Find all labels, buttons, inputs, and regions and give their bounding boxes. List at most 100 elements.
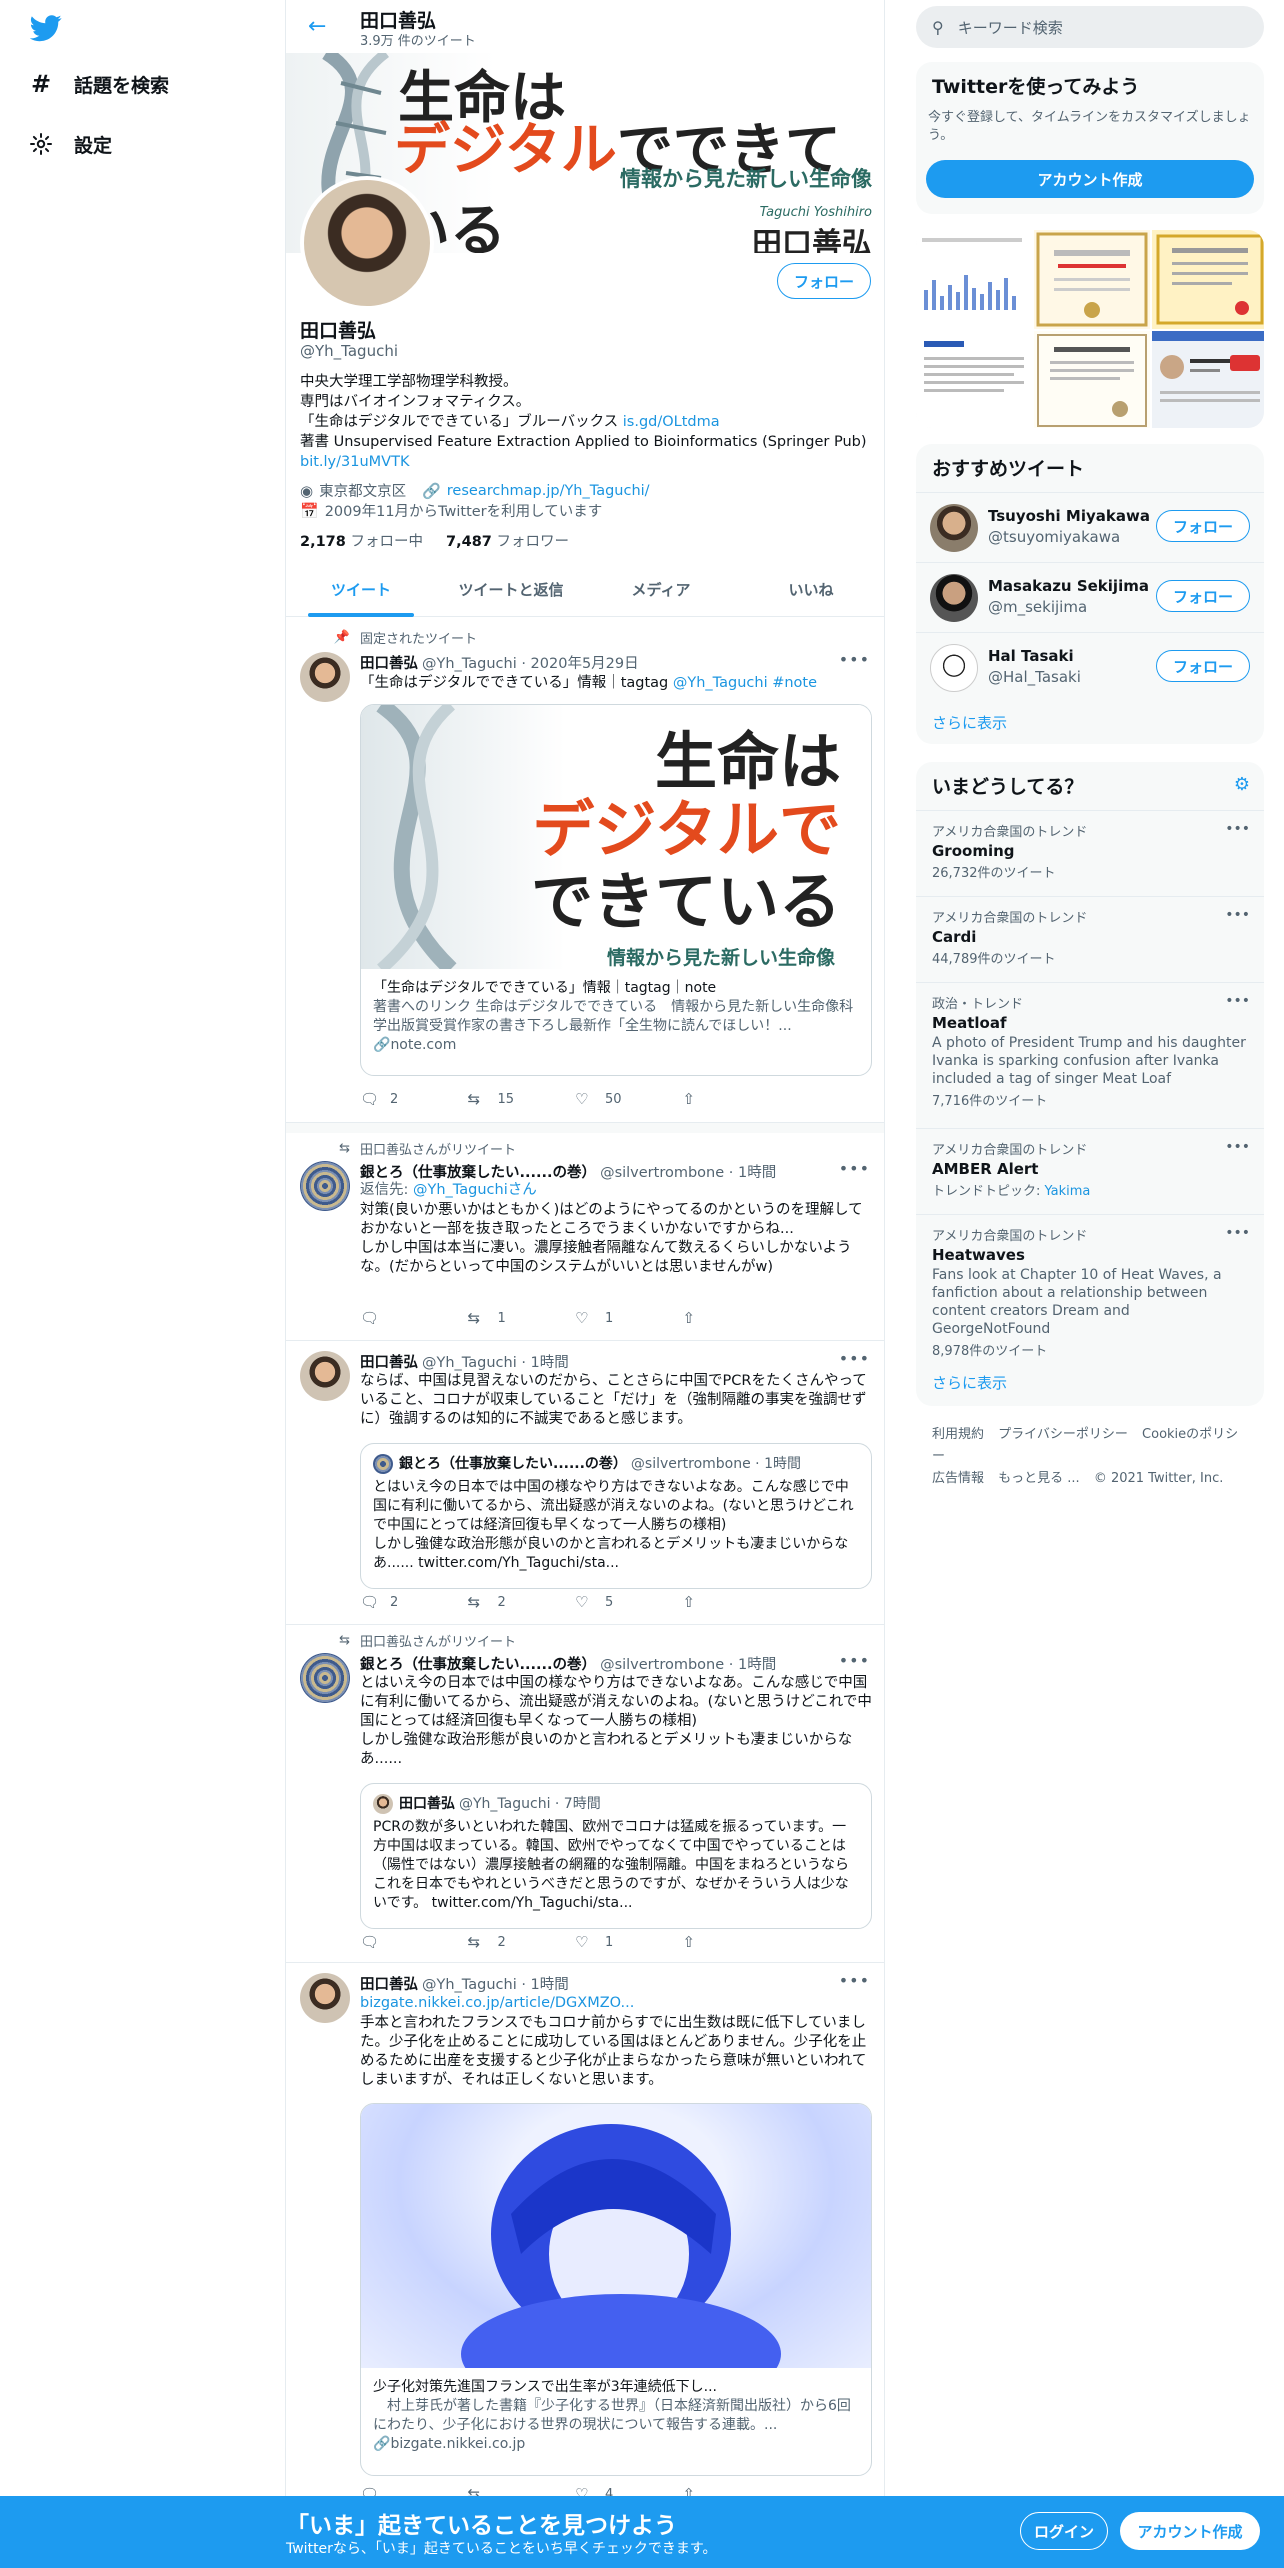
more-icon[interactable]: ••• (839, 1349, 870, 1368)
retweet-button[interactable]: ⇆ 2 (468, 1933, 576, 1951)
tweet-handle-time[interactable]: @Yh_Taguchi · 1時間 (422, 1977, 569, 1993)
like-button[interactable]: ♡ 1 (575, 1933, 683, 1951)
like-button[interactable]: ♡ 50 (575, 1090, 683, 1108)
media-thumb[interactable] (1152, 331, 1264, 428)
more-icon[interactable]: ••• (839, 1971, 870, 1990)
media-grid[interactable] (916, 230, 1264, 428)
tweet-avatar[interactable] (300, 1161, 350, 1211)
profile-avatar[interactable] (300, 176, 434, 310)
tab-tweets-replies[interactable]: ツイートと返信 (436, 563, 586, 616)
media-thumb[interactable] (1034, 230, 1150, 329)
tweet-avatar[interactable] (300, 1653, 350, 1703)
trend-item[interactable]: アメリカ合衆国のトレンド Cardi 44,789件のツイート ••• (916, 896, 1264, 982)
tweet[interactable]: 📌 固定されたツイート 田口善弘 @Yh_Taguchi · 2020年5月29日 … (286, 618, 884, 1123)
tweet-avatar[interactable] (300, 652, 350, 702)
search-input[interactable]: キーワード検索 (958, 17, 1063, 38)
nav-settings[interactable]: 設定 (28, 122, 112, 166)
reply-button[interactable]: 🗨 (360, 1933, 468, 1951)
back-arrow-icon[interactable]: ← (308, 14, 326, 39)
follow-button[interactable]: フォロー (1156, 510, 1250, 542)
trend-item[interactable]: アメリカ合衆国のトレンド Grooming 26,732件のツイート ••• (916, 810, 1264, 896)
link-card[interactable]: 少子化対策先進国フランスで出生率が3年連続低下し... 村上芽氏が著した書籍『少… (360, 2103, 872, 2476)
reply-button[interactable]: 🗨 2 (360, 1593, 468, 1611)
tweet-author-name[interactable]: 銀とろ（仕事放棄したい......の巻） (360, 1165, 596, 1181)
reply-button[interactable]: 🗨 2 (360, 1090, 468, 1108)
tweet-author-name[interactable]: 銀とろ（仕事放棄したい......の巻） (360, 1657, 596, 1673)
follow-suggestion[interactable]: Hal Tasaki @Hal_Tasaki フォロー (916, 632, 1264, 702)
user-avatar[interactable] (930, 574, 978, 622)
like-button[interactable]: ♡ 1 (575, 1309, 683, 1327)
footer-ads-link[interactable]: 広告情報 (932, 1471, 984, 1486)
trend-item[interactable]: アメリカ合衆国のトレンド Heatwaves Fans look at Chap… (916, 1214, 1264, 1360)
tab-tweets[interactable]: ツイート (286, 563, 436, 617)
tweet-handle-time[interactable]: @silvertrombone · 1時間 (600, 1657, 776, 1673)
tab-likes[interactable]: いいね (736, 563, 884, 616)
reply-to-link[interactable]: @Yh_Taguchiさん (413, 1182, 537, 1198)
user-avatar[interactable] (930, 504, 978, 552)
follow-suggestion[interactable]: Tsuyoshi Miyakawa @tsuyomiyakawa フォロー (916, 492, 1264, 562)
follow-button[interactable]: フォロー (1156, 580, 1250, 612)
bio-book-link[interactable]: is.gd/OLtdma (623, 414, 720, 430)
follow-suggestion[interactable]: Masakazu Sekijima @m_sekijima フォロー (916, 562, 1264, 632)
link-card[interactable]: 生命は デジタルで できている 情報から見た新しい生命像 「生命はデジタルででき… (360, 704, 872, 1076)
more-icon[interactable]: ••• (1225, 1225, 1250, 1241)
quote-tweet[interactable]: 銀とろ（仕事放棄したい......の巻） @silvertrombone · 1時… (360, 1443, 872, 1589)
trend-topic-link[interactable]: Yakima (1045, 1184, 1091, 1199)
media-thumb[interactable] (916, 230, 1032, 329)
trend-item[interactable]: アメリカ合衆国のトレンド AMBER Alert トレンドトピック: Yakim… (916, 1128, 1264, 1214)
more-icon[interactable]: ••• (1225, 1139, 1250, 1155)
tweet-author-name[interactable]: 田口善弘 (360, 1355, 418, 1371)
more-icon[interactable]: ••• (839, 650, 870, 669)
tweet-avatar[interactable] (300, 1973, 350, 2023)
like-button[interactable]: ♡ 5 (575, 1593, 683, 1611)
footer-more-link[interactable]: もっと見る ... (998, 1471, 1080, 1486)
login-button[interactable]: ログイン (1020, 2512, 1108, 2550)
more-icon[interactable]: ••• (839, 1651, 870, 1670)
more-icon[interactable]: ••• (839, 1159, 870, 1178)
share-button[interactable]: ⇧ (683, 1933, 791, 1951)
profile-website[interactable]: researchmap.jp/Yh_Taguchi/ (447, 483, 650, 499)
tweet-handle-time[interactable]: @Yh_Taguchi · 2020年5月29日 (422, 656, 639, 672)
quote-tweet[interactable]: 田口善弘 @Yh_Taguchi · 7時間 PCRの数が多いといわれた韓国、欧州… (360, 1783, 872, 1929)
media-thumb[interactable] (916, 331, 1032, 428)
share-button[interactable]: ⇧ (683, 1090, 791, 1108)
footer-privacy-link[interactable]: プライバシーポリシー (998, 1427, 1128, 1442)
tweet-url-link[interactable]: bizgate.nikkei.co.jp/article/DGXMZO... (360, 1995, 634, 2011)
search-box[interactable]: ⚲ キーワード検索 (916, 6, 1264, 48)
tweet[interactable]: ⇆ 田口善弘さんがリツイート 銀とろ（仕事放棄したい......の巻） @silve… (286, 1133, 884, 1341)
footer-terms-link[interactable]: 利用規約 (932, 1427, 984, 1442)
retweet-button[interactable]: ⇆ 1 (468, 1309, 576, 1327)
signup-button[interactable]: アカウント作成 (1120, 2512, 1260, 2550)
trend-item[interactable]: 政治・トレンド Meatloaf A photo of President Tr… (916, 982, 1264, 1128)
retweet-button[interactable]: ⇆ 15 (468, 1090, 576, 1108)
media-thumb[interactable] (1034, 331, 1150, 428)
tweet[interactable]: 田口善弘 @Yh_Taguchi · 1時間 ••• bizgate.nikkei… (286, 1963, 884, 2568)
share-button[interactable]: ⇧ (683, 1309, 791, 1327)
tweet[interactable]: ⇆ 田口善弘さんがリツイート 銀とろ（仕事放棄したい......の巻） @silve… (286, 1625, 884, 1963)
followers-link[interactable]: 7,487 フォロワー (446, 534, 569, 550)
following-link[interactable]: 2,178 フォロー中 (300, 534, 423, 550)
tweet-author-name[interactable]: 田口善弘 (360, 1977, 418, 1993)
reply-button[interactable]: 🗨 (360, 1309, 468, 1327)
trends-show-more[interactable]: さらに表示 (932, 1372, 1007, 1393)
bio-springer-link[interactable]: bit.ly/31uMVTK (300, 454, 409, 470)
tweet-handle-time[interactable]: @Yh_Taguchi · 1時間 (422, 1355, 569, 1371)
tweet[interactable]: 田口善弘 @Yh_Taguchi · 1時間 ••• ならば、中国は見習えないのだ… (286, 1341, 884, 1625)
tweet-handle-time[interactable]: @silvertrombone · 1時間 (600, 1165, 776, 1181)
twitter-logo-icon[interactable] (29, 12, 62, 44)
more-icon[interactable]: ••• (1225, 821, 1250, 837)
retweet-button[interactable]: ⇆ 2 (468, 1593, 576, 1611)
tweet-mention-link[interactable]: @Yh_Taguchi #note (673, 675, 817, 691)
tweet-author-name[interactable]: 田口善弘 (360, 656, 418, 672)
tab-media[interactable]: メディア (586, 563, 736, 616)
more-icon[interactable]: ••• (1225, 907, 1250, 923)
follow-button[interactable]: フォロー (1156, 650, 1250, 682)
profile-follow-button[interactable]: フォロー (777, 263, 871, 299)
settings-gear-icon[interactable]: ⚙ (1234, 774, 1250, 795)
signup-button[interactable]: アカウント作成 (926, 160, 1254, 198)
share-button[interactable]: ⇧ (683, 1593, 791, 1611)
user-avatar[interactable] (930, 644, 978, 692)
who-to-follow-show-more[interactable]: さらに表示 (932, 712, 1007, 733)
more-icon[interactable]: ••• (1225, 993, 1250, 1009)
tweet-avatar[interactable] (300, 1351, 350, 1401)
